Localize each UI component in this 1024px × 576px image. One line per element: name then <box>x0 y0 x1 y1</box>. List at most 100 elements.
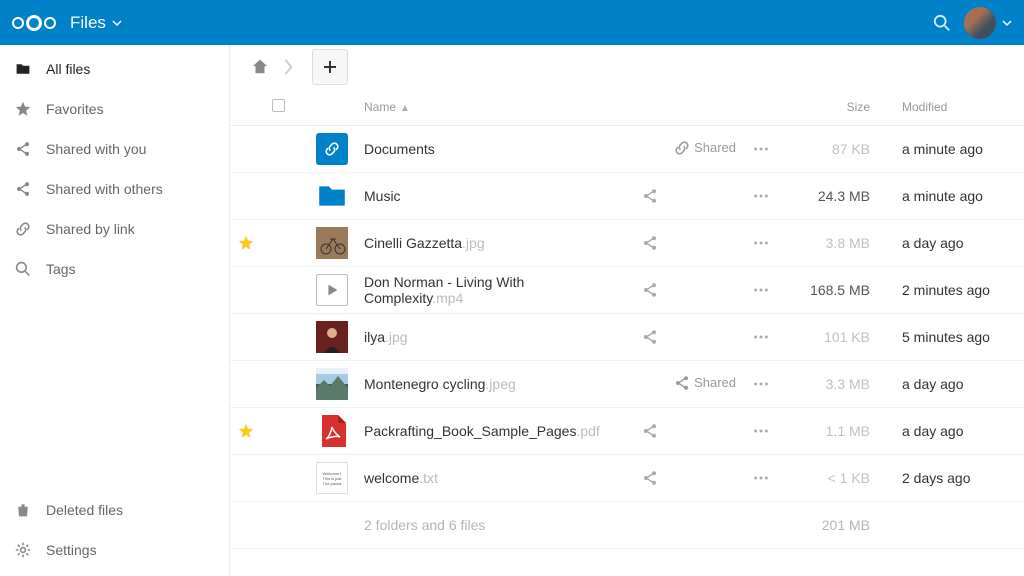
share-icon <box>14 140 32 158</box>
file-name: Montenegro cycling <box>364 376 485 392</box>
row-actions-button[interactable] <box>744 220 794 267</box>
file-size: 3.8 MB <box>794 220 894 267</box>
file-modified: 5 minutes ago <box>894 314 1024 361</box>
gear-icon <box>14 541 32 559</box>
share-button[interactable] <box>642 470 736 486</box>
file-extension: .jpg <box>462 235 485 251</box>
file-name: ilya <box>364 329 385 345</box>
pdf-icon <box>316 415 348 447</box>
sidebar-item-label: Shared with others <box>46 181 163 197</box>
file-row[interactable]: Cinelli Gazzetta.jpg 3.8 MB a day ago <box>230 220 1024 267</box>
file-size: 87 KB <box>794 126 894 173</box>
sidebar-item-label: Tags <box>46 261 76 277</box>
share-button[interactable] <box>642 188 736 204</box>
breadcrumb-bar <box>230 45 1024 89</box>
folder-icon <box>316 180 348 212</box>
caret-down-icon <box>1002 18 1012 28</box>
sidebar-item-deleted-files[interactable]: Deleted files <box>0 490 229 530</box>
chevron-right-icon <box>282 55 296 79</box>
file-extension: .jpg <box>385 329 408 345</box>
app-selector[interactable]: Files <box>70 13 122 33</box>
file-modified: 2 days ago <box>894 455 1024 502</box>
share-button[interactable] <box>642 329 736 345</box>
file-row[interactable]: ilya.jpg 101 KB 5 minutes ago <box>230 314 1024 361</box>
file-extension: .mp4 <box>432 290 463 306</box>
file-modified: a day ago <box>894 408 1024 455</box>
file-size: 3.3 MB <box>794 361 894 408</box>
image-thumbnail <box>316 227 348 259</box>
sort-asc-icon: ▲ <box>400 103 410 114</box>
row-actions-button[interactable] <box>744 126 794 173</box>
star-icon[interactable] <box>238 235 256 251</box>
column-size-header[interactable]: Size <box>794 89 894 126</box>
column-modified-header[interactable]: Modified <box>894 89 1024 126</box>
new-button[interactable] <box>312 49 348 85</box>
share-button[interactable] <box>642 235 736 251</box>
file-modified: a day ago <box>894 220 1024 267</box>
logo[interactable] <box>12 15 56 31</box>
row-actions-button[interactable] <box>744 314 794 361</box>
row-actions-button[interactable] <box>744 361 794 408</box>
file-row[interactable]: Packrafting_Book_Sample_Pages.pdf 1.1 MB… <box>230 408 1024 455</box>
share-icon <box>14 180 32 198</box>
file-size: 1.1 MB <box>794 408 894 455</box>
shared-indicator[interactable]: Shared <box>674 375 736 391</box>
star-icon[interactable] <box>238 423 256 439</box>
caret-down-icon <box>112 18 122 28</box>
sidebar-item-all-files[interactable]: All files <box>0 49 229 89</box>
file-row[interactable]: Welcome tThis is justThe packa welcome.t… <box>230 455 1024 502</box>
file-name: Documents <box>364 141 435 157</box>
file-modified: a minute ago <box>894 173 1024 220</box>
folder-icon <box>14 60 32 78</box>
select-all-checkbox[interactable] <box>272 99 285 112</box>
main-area: Name▲ Size Modified Documents Shared 87 … <box>230 45 1024 576</box>
text-file-icon: Welcome tThis is justThe packa <box>316 462 348 494</box>
link-icon <box>14 220 32 238</box>
share-button[interactable] <box>642 423 736 439</box>
app-header: Files <box>0 0 1024 45</box>
search-icon <box>933 14 951 32</box>
file-extension: .jpeg <box>485 376 515 392</box>
file-name: Music <box>364 188 401 204</box>
file-row[interactable]: Montenegro cycling.jpeg Shared 3.3 MB a … <box>230 361 1024 408</box>
sidebar-item-label: Deleted files <box>46 502 123 518</box>
avatar <box>964 7 996 39</box>
image-thumbnail <box>316 321 348 353</box>
trash-icon <box>14 501 32 519</box>
row-actions-button[interactable] <box>744 267 794 314</box>
sidebar-item-shared-with-others[interactable]: Shared with others <box>0 169 229 209</box>
row-actions-button[interactable] <box>744 455 794 502</box>
file-name: Packrafting_Book_Sample_Pages <box>364 423 576 439</box>
sidebar-item-settings[interactable]: Settings <box>0 530 229 570</box>
sidebar-item-label: Shared by link <box>46 221 135 237</box>
file-row[interactable]: Documents Shared 87 KB a minute ago <box>230 126 1024 173</box>
home-button[interactable] <box>244 51 276 83</box>
sidebar-item-favorites[interactable]: Favorites <box>0 89 229 129</box>
summary-text: 2 folders and 6 files <box>356 502 634 549</box>
file-extension: .txt <box>419 470 438 486</box>
share-button[interactable] <box>642 282 736 298</box>
search-icon <box>14 260 32 278</box>
row-actions-button[interactable] <box>744 173 794 220</box>
sidebar-item-tags[interactable]: Tags <box>0 249 229 289</box>
file-name: Cinelli Gazzetta <box>364 235 462 251</box>
shared-indicator[interactable]: Shared <box>674 140 736 156</box>
link-icon <box>674 140 690 156</box>
column-name-header[interactable]: Name▲ <box>356 89 634 126</box>
row-actions-button[interactable] <box>744 408 794 455</box>
plus-icon <box>322 59 338 75</box>
file-modified: 2 minutes ago <box>894 267 1024 314</box>
sidebar-item-label: All files <box>46 61 90 77</box>
sidebar-item-shared-with-you[interactable]: Shared with you <box>0 129 229 169</box>
user-menu[interactable] <box>964 7 1012 39</box>
sidebar-item-label: Settings <box>46 542 97 558</box>
share-icon <box>674 375 690 391</box>
home-icon <box>251 58 269 76</box>
file-modified: a minute ago <box>894 126 1024 173</box>
file-row[interactable]: Don Norman - Living With Complexity.mp4 … <box>230 267 1024 314</box>
file-size: 101 KB <box>794 314 894 361</box>
video-icon <box>316 274 348 306</box>
sidebar-item-shared-by-link[interactable]: Shared by link <box>0 209 229 249</box>
search-button[interactable] <box>924 5 960 41</box>
file-row[interactable]: Music 24.3 MB a minute ago <box>230 173 1024 220</box>
